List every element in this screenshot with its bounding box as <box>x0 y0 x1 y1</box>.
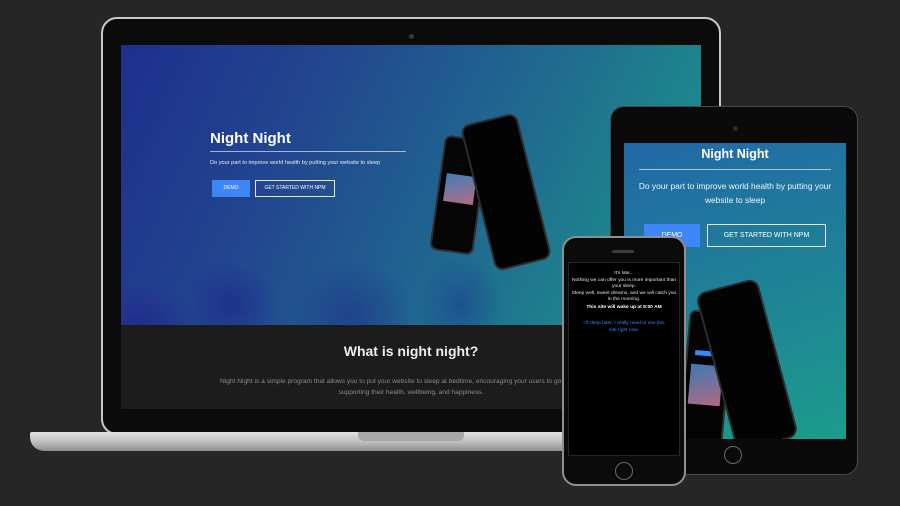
tablet-home-button <box>724 446 742 464</box>
about-body: Night Night is a simple program that all… <box>220 378 602 396</box>
hero-title: Night Night <box>210 130 291 147</box>
phone-speaker <box>612 250 634 253</box>
phone-home-button <box>615 462 633 480</box>
tablet-hero-subtitle: Do your part to improve world health by … <box>638 181 832 205</box>
get-started-npm-button[interactable]: GET STARTED WITH NPM <box>255 180 335 197</box>
hero-subtitle: Do your part to improve world health by … <box>210 160 381 166</box>
demo-button[interactable]: DEMO <box>212 180 250 197</box>
hero-divider <box>210 151 406 152</box>
laptop-camera <box>409 34 414 39</box>
sleep-later-link[interactable]: I'll sleep later, I really need to use t… <box>579 321 669 334</box>
tablet-camera <box>733 126 738 131</box>
laptop-notch <box>358 432 464 441</box>
hero-phone-image <box>443 173 477 206</box>
sleep-message: It's late... Nothing we can offer you is… <box>571 271 677 302</box>
tablet-hero-divider <box>639 169 831 170</box>
phone-screen: It's late... Nothing we can offer you is… <box>568 262 680 456</box>
tablet-hero-title: Night Night <box>701 147 769 161</box>
laptop-base <box>30 432 618 451</box>
tablet-get-started-npm-button[interactable]: GET STARTED WITH NPM <box>707 224 826 247</box>
wake-time-text: This site will wake up at 8:00 AM <box>586 305 662 310</box>
